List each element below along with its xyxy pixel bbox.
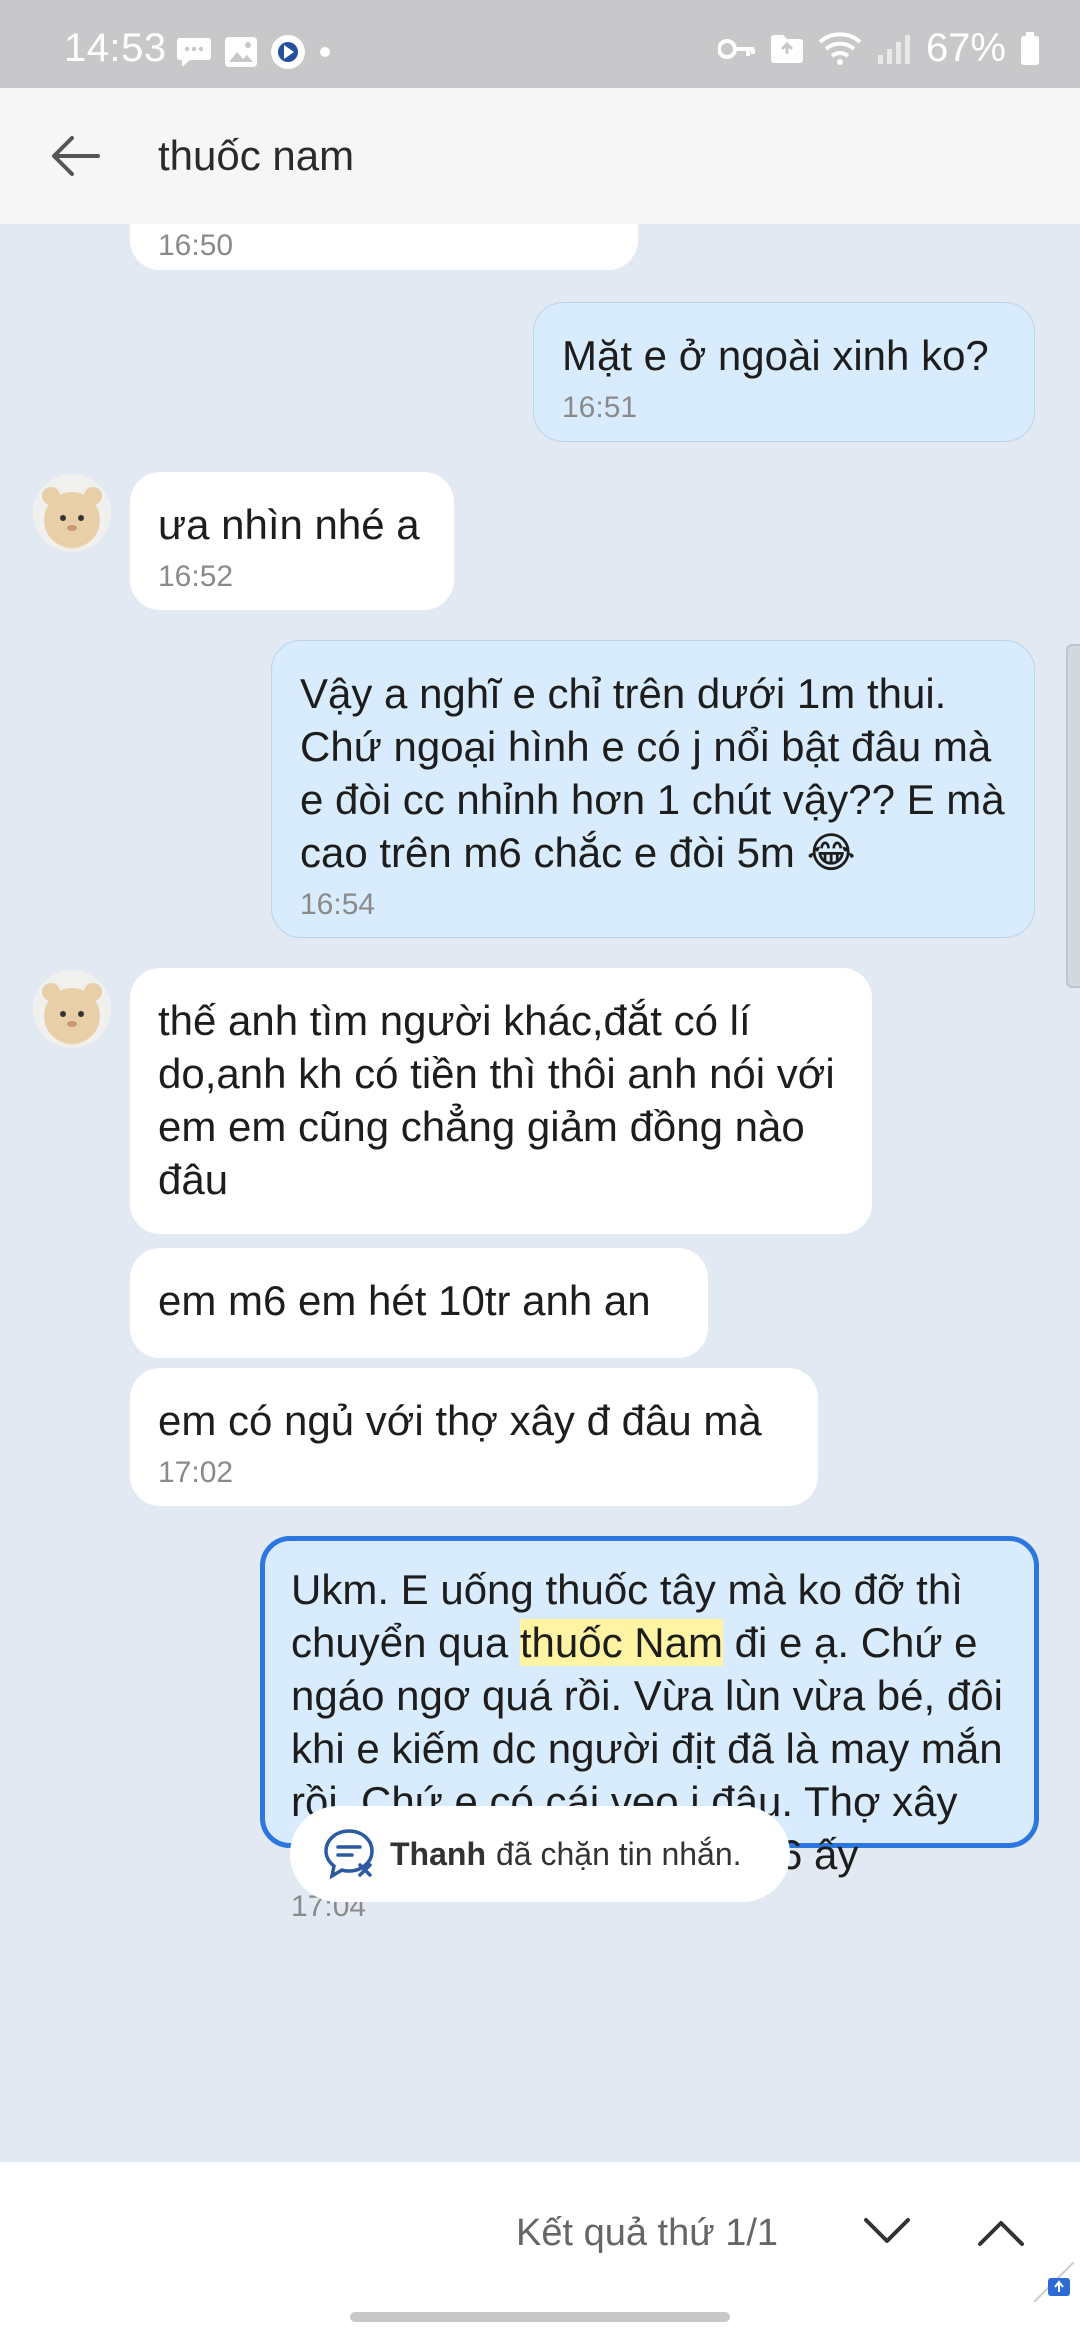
app-header: thuốc nam (0, 88, 1080, 224)
message-text: ưa nhìn nhé a (158, 501, 420, 548)
folder-icon (770, 34, 804, 64)
arrow-left-icon (52, 136, 100, 176)
message-bubble-outgoing[interactable]: Mặt e ở ngoài xinh ko? 16:51 (533, 302, 1035, 442)
message-text: Mặt e ở ngoài xinh ko? (562, 332, 989, 379)
chevron-up-icon (978, 2221, 1024, 2246)
message-bubble-incoming[interactable]: em m6 em hét 10tr anh an (130, 1248, 708, 1358)
scrollbar[interactable] (1066, 644, 1080, 988)
message-time: 16:50 (158, 229, 234, 262)
key-icon (717, 37, 756, 61)
conversation-title: thuốc nam (158, 132, 355, 179)
wifi-icon (818, 31, 862, 66)
gallery-icon (224, 36, 258, 68)
status-bar: 14:53 67% (0, 0, 1080, 88)
message-time: 17:02 (158, 1456, 234, 1489)
battery-icon (1020, 31, 1040, 66)
blocked-text: đã chặn tin nhắn. (495, 1835, 742, 1872)
chat-area[interactable]: 16:50 Mặt e ở ngoài xinh ko? 16:51 ưa nh… (0, 224, 1080, 2162)
message-text: em m6 em hét 10tr anh an (158, 1277, 651, 1324)
back-button[interactable] (46, 126, 106, 186)
status-time: 14:53 (64, 26, 167, 70)
message-bubble-incoming[interactable]: em có ngủ với thợ xây đ đâu mà 17:02 (130, 1368, 818, 1506)
floating-folder-icon[interactable] (1033, 2261, 1075, 2303)
search-result-bar: Kết quả thứ 1/1 (0, 2162, 1080, 2340)
chevron-down-icon (864, 2218, 910, 2243)
next-result-button[interactable] (862, 2212, 912, 2252)
blocked-notice: Thanh đã chặn tin nhắn. (290, 1806, 790, 1902)
avatar[interactable] (33, 970, 111, 1048)
dot-icon (318, 45, 332, 59)
message-bubble-incoming[interactable]: thế anh tìm người khác,đắt có lí do,anh … (130, 968, 872, 1234)
blocked-chat-icon (322, 1827, 376, 1881)
message-text: Vậy a nghĩ e chỉ trên dưới 1m thui. Chứ … (300, 670, 1005, 876)
avatar[interactable] (33, 474, 111, 552)
app-circle-icon (270, 34, 306, 70)
message-time: 16:52 (158, 560, 234, 593)
blocker-name: Thanh (390, 1835, 486, 1872)
search-result-count: Kết quả thứ 1/1 (516, 2212, 779, 2254)
laughing-emoji-icon: 😂 (806, 829, 856, 876)
home-indicator[interactable] (350, 2312, 730, 2322)
battery-percent: 67% (925, 26, 1006, 70)
message-bubble-outgoing-search-result[interactable]: Ukm. E uống thuốc tây mà ko đỡ thì chuyể… (260, 1536, 1039, 1923)
message-text: em có ngủ với thợ xây đ đâu mà (158, 1397, 762, 1444)
previous-result-button[interactable] (976, 2212, 1026, 2252)
message-time: 16:54 (300, 888, 376, 921)
message-text: thế anh tìm người khác,đắt có lí do,anh … (158, 997, 835, 1203)
message-time: 16:51 (562, 391, 638, 424)
search-highlight: thuốc Nam (519, 1619, 723, 1666)
chat-bubble-icon (176, 36, 212, 68)
message-bubble-incoming[interactable]: 16:50 (130, 224, 638, 270)
signal-icon (876, 33, 912, 65)
message-bubble-incoming[interactable]: ưa nhìn nhé a 16:52 (130, 472, 454, 610)
message-bubble-outgoing[interactable]: Vậy a nghĩ e chỉ trên dưới 1m thui. Chứ … (271, 640, 1035, 938)
